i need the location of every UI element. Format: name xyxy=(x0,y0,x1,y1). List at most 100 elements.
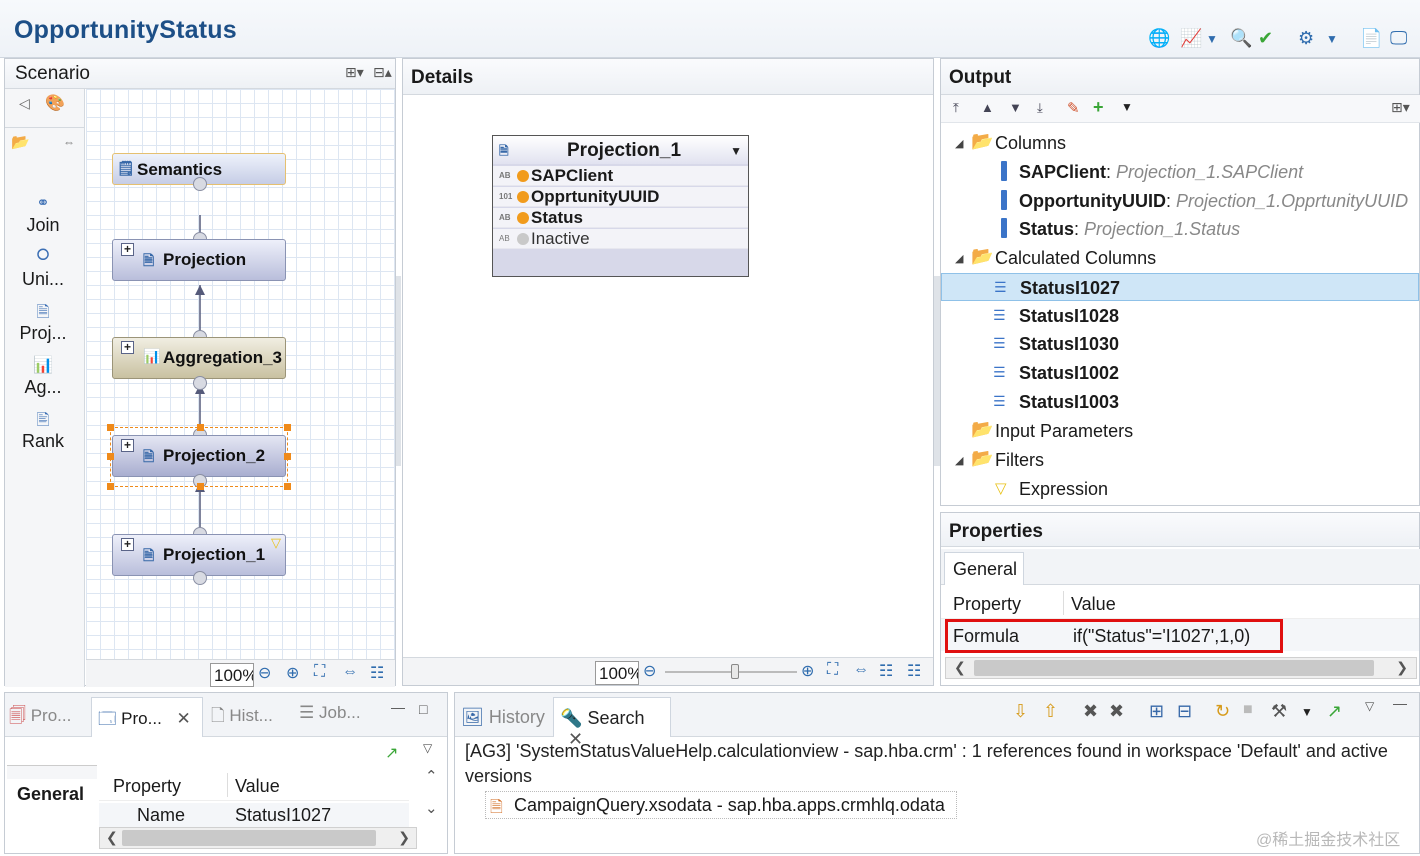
tab-jobs[interactable]: ☰ Job... xyxy=(299,703,361,723)
port[interactable] xyxy=(193,571,207,585)
move-up-icon[interactable]: ▲ xyxy=(981,100,994,115)
palette-join[interactable]: ⚭ Join xyxy=(5,193,81,236)
resize-handle[interactable] xyxy=(284,424,291,431)
palette-rank[interactable]: 🖹 Rank xyxy=(5,409,81,452)
pin-icon[interactable]: ↗ xyxy=(1327,701,1342,722)
chevron-down-icon[interactable]: ▼ xyxy=(1326,32,1338,46)
chevron-down-icon[interactable]: ▼ xyxy=(1206,32,1218,46)
expand-icon[interactable]: + xyxy=(121,243,134,256)
validate-check-icon[interactable]: ✔ xyxy=(1258,28,1273,49)
chevron-down-icon[interactable]: ▼ xyxy=(1301,705,1313,719)
tab-problems[interactable]: 🗐 Pro... xyxy=(9,703,71,732)
view-menu-icon[interactable]: ▽ xyxy=(423,741,432,755)
tree-calc-column-statusi1002[interactable]: ☰ StatusI1002 xyxy=(941,359,1419,387)
port[interactable] xyxy=(193,376,207,390)
port[interactable] xyxy=(193,177,207,191)
field-opprtunityuuid[interactable]: 101 OpprtunityUUID xyxy=(493,187,748,207)
close-icon[interactable]: ✕ xyxy=(177,709,191,728)
field-sapclient[interactable]: AB SAPClient xyxy=(493,166,748,186)
resize-handle[interactable] xyxy=(284,483,291,490)
auto-layout-icon[interactable]: ☷ xyxy=(370,663,384,683)
resize-handle[interactable] xyxy=(107,483,114,490)
zoom-slider-thumb[interactable] xyxy=(731,664,739,679)
folder-icon[interactable]: 📂 xyxy=(11,133,30,151)
resize-handle[interactable] xyxy=(107,424,114,431)
tab-search[interactable]: 🔦 Search ✕ xyxy=(553,697,671,749)
scroll-up-icon[interactable]: ⌃ xyxy=(425,767,438,785)
tree-expression[interactable]: ▽ Expression xyxy=(941,475,1419,503)
zoom-field[interactable]: 100% xyxy=(595,661,639,685)
projection-1-box[interactable]: 🗎 Projection_1 ▼ AB SAPClient 101 Opprtuni… xyxy=(492,135,749,277)
swap-icon[interactable]: ⇔ xyxy=(63,135,75,149)
expand-icon[interactable]: + xyxy=(121,538,134,551)
expand-icon[interactable]: + xyxy=(121,341,134,354)
projection-node[interactable]: + 🗎 Projection xyxy=(112,239,286,281)
data-preview-icon[interactable]: 🖵 xyxy=(1390,28,1407,49)
back-arrow-icon[interactable]: ◁ xyxy=(19,95,30,112)
minimize-icon[interactable]: — xyxy=(1393,695,1407,711)
remove-all-icon[interactable]: ✖ xyxy=(1109,701,1124,722)
tree-calc-column-statusi1003[interactable]: ☰ StatusI1003 xyxy=(941,388,1419,416)
cancel-icon[interactable]: ■ xyxy=(1243,701,1253,719)
splitter[interactable] xyxy=(396,276,401,466)
edit-icon[interactable]: ✎ xyxy=(1067,99,1080,117)
move-bottom-icon[interactable]: ⤓ xyxy=(1037,100,1043,116)
zoom-out-icon[interactable]: ⊖ xyxy=(643,661,656,681)
remove-match-icon[interactable]: ✖ xyxy=(1083,701,1098,722)
tree-calc-column-statusi1028[interactable]: ☰ StatusI1028 xyxy=(941,302,1419,330)
zoom-out-icon[interactable]: ⊖ xyxy=(258,663,271,683)
tree-column-opportunityuuid[interactable]: OpportunityUUID: Projection_1.Opprtunity… xyxy=(941,187,1419,215)
scroll-right-icon[interactable]: ❯ xyxy=(398,829,410,846)
collapse-icon[interactable]: ◢ xyxy=(955,137,963,150)
tab-properties[interactable]: 🗔 Pro... ✕ xyxy=(91,697,203,737)
scenario-canvas[interactable]: 🗒 Semantics + 🗎 Projection + 📊 Aggregati… xyxy=(86,89,395,659)
tree-calculated-columns[interactable]: ◢ 📂 Calculated Columns xyxy=(941,244,1419,272)
resize-handle[interactable] xyxy=(197,483,204,490)
refresh-icon[interactable]: ↻ xyxy=(1215,701,1230,722)
expand-all-icon[interactable]: ⊞ xyxy=(1149,701,1164,722)
field-inactive[interactable]: AB Inactive xyxy=(493,229,748,249)
document-icon[interactable]: 📄 xyxy=(1360,28,1382,49)
collapse-icon[interactable]: ◢ xyxy=(955,454,963,467)
tree-column-sapclient[interactable]: SAPClient: Projection_1.SAPClient xyxy=(941,158,1419,186)
fit-page-icon[interactable]: ⛶ xyxy=(314,663,325,681)
auto-layout-icon[interactable]: ☷ xyxy=(907,661,921,681)
expand-all-icon[interactable]: ⊞▾ xyxy=(345,64,364,81)
aggregation-3-node[interactable]: + 📊 Aggregation_3 xyxy=(112,337,286,379)
scroll-left-icon[interactable]: ❮ xyxy=(954,659,966,676)
fit-width-icon[interactable]: ⇔ xyxy=(853,661,869,679)
collapse-all-icon[interactable]: ⊟ xyxy=(1177,701,1192,722)
general-section[interactable]: General xyxy=(7,779,97,809)
minimize-icon[interactable]: — xyxy=(391,699,405,715)
collapse-all-icon[interactable]: ⊟▴ xyxy=(373,64,392,81)
move-down-icon[interactable]: ▼ xyxy=(1009,100,1022,115)
resize-handle[interactable] xyxy=(284,453,291,460)
field-status[interactable]: AB Status xyxy=(493,208,748,228)
fit-width-icon[interactable]: ⇔ xyxy=(342,663,358,681)
projection-1-node[interactable]: + 🗎 Projection_1 ▽ xyxy=(112,534,286,576)
grid-icon[interactable]: ☷ xyxy=(879,661,893,681)
horizontal-scrollbar[interactable]: ❮ ❯ xyxy=(945,657,1417,679)
previous-match-icon[interactable]: ⇧ xyxy=(1043,701,1058,722)
binoculars-icon[interactable]: 🔍 xyxy=(1230,28,1252,49)
tree-filters[interactable]: ◢ 📂 Filters xyxy=(941,446,1419,474)
zoom-field[interactable]: 100% xyxy=(210,663,254,687)
collapse-icon[interactable]: ◢ xyxy=(955,252,963,265)
scroll-thumb[interactable] xyxy=(122,830,376,846)
scroll-right-icon[interactable]: ❯ xyxy=(1396,659,1408,676)
tab-history[interactable]: 🗋 Hist... xyxy=(211,703,273,732)
scroll-down-icon[interactable]: ⌄ xyxy=(425,799,438,817)
tab-history[interactable]: 🖼 History xyxy=(461,707,545,728)
next-match-icon[interactable]: ⇩ xyxy=(1013,701,1028,722)
palette-union[interactable]: ⭘ Uni... xyxy=(5,247,81,290)
view-menu-icon[interactable]: ▽ xyxy=(1365,699,1374,713)
tree-input-parameters[interactable]: 📂 Input Parameters xyxy=(941,417,1419,445)
add-icon[interactable]: + xyxy=(1093,97,1104,118)
tab-general[interactable]: General xyxy=(944,552,1024,585)
maximize-icon[interactable]: □ xyxy=(419,701,427,717)
pin-icon[interactable]: ↗ xyxy=(385,743,398,763)
expand-all-icon[interactable]: ⊞▾ xyxy=(1391,99,1410,116)
tree-column-status[interactable]: Status: Projection_1.Status xyxy=(941,215,1419,243)
chart-icon[interactable]: 📈 xyxy=(1180,28,1202,49)
scroll-left-icon[interactable]: ❮ xyxy=(106,829,118,846)
